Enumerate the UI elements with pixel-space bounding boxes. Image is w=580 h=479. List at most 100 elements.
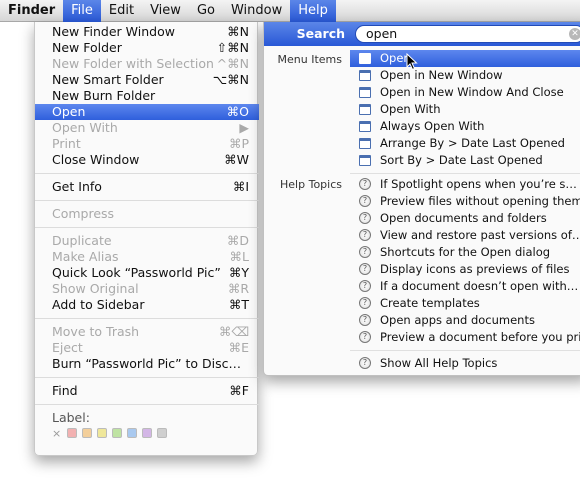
label-yellow-swatch[interactable] — [97, 428, 107, 438]
menu-item-new-folder-with-selection[interactable]: New Folder with Selection ^⌘N — [35, 56, 259, 72]
menu-item-shortcut: ⌘F — [229, 383, 249, 398]
search-label: Search — [296, 26, 345, 41]
menu-item-eject[interactable]: Eject ⌘E — [35, 340, 259, 356]
help-result-topic[interactable]: ? Preview files without opening them — [350, 193, 580, 210]
menu-item-label: Add to Sidebar — [52, 297, 145, 312]
menubar-view[interactable]: View — [142, 0, 189, 22]
menu-item-label: Duplicate — [52, 233, 112, 248]
menu-item-label: Close Window — [52, 152, 140, 167]
menu-item-print[interactable]: Print ⌘P — [35, 136, 259, 152]
menubar-edit[interactable]: Edit — [101, 0, 142, 22]
menu-item-label: New Finder Window — [52, 24, 175, 39]
menu-item-label: Eject — [52, 340, 83, 355]
help-topics-category-label: Help Topics — [280, 178, 342, 191]
menu-item-label: Open With — [52, 120, 118, 135]
menubar-window[interactable]: Window — [223, 0, 290, 22]
menu-item-quick-look[interactable]: Quick Look “Passworld Pic” ⌘Y — [35, 265, 259, 281]
menubar-file[interactable]: File — [63, 0, 101, 22]
help-topic-icon: ? — [359, 314, 371, 326]
label-green-swatch[interactable] — [112, 428, 122, 438]
help-result-topic[interactable]: ? Create templates — [350, 295, 580, 312]
help-result-topic[interactable]: ? If a document doesn’t open with… — [350, 278, 580, 295]
submenu-arrow-icon: ▶ — [239, 120, 249, 135]
menu-item-shortcut: ⌘N — [227, 24, 249, 39]
menu-item-new-burn-folder[interactable]: New Burn Folder — [35, 88, 259, 104]
menu-item-add-to-sidebar[interactable]: Add to Sidebar ⌘T — [35, 297, 259, 313]
menu-item-new-finder-window[interactable]: New Finder Window ⌘N — [35, 24, 259, 40]
help-search-input[interactable]: open ✕ — [355, 25, 580, 43]
menu-item-label: Burn “Passworld Pic” to Disc… — [52, 356, 242, 371]
help-topic-icon: ? — [359, 297, 371, 309]
help-result-menu-item[interactable]: Arrange By > Date Last Opened — [350, 135, 580, 152]
menu-items-category-label: Menu Items — [277, 53, 342, 66]
help-result-menu-item[interactable]: Open in New Window — [350, 67, 580, 84]
menu-item-label: New Burn Folder — [52, 88, 156, 103]
help-topic-icon: ? — [359, 195, 371, 207]
help-result-menu-item[interactable]: Open in New Window And Close — [350, 84, 580, 101]
label-red-swatch[interactable] — [67, 428, 77, 438]
menu-item-shortcut: ⌘⌫ — [218, 324, 249, 339]
menu-item-find[interactable]: Find ⌘F — [35, 383, 259, 399]
help-topic-icon: ? — [359, 229, 371, 241]
menu-item-close-window[interactable]: Close Window ⌘W — [35, 152, 259, 168]
help-separator — [350, 173, 580, 174]
menu-item-label: Show Original — [52, 281, 139, 296]
help-result-menu-item[interactable]: Open — [350, 50, 580, 67]
menu-item-burn-to-disc[interactable]: Burn “Passworld Pic” to Disc… — [35, 356, 259, 372]
help-result-topic[interactable]: ? Open documents and folders — [350, 210, 580, 227]
help-result-topic[interactable]: ? Shortcuts for the Open dialog — [350, 244, 580, 261]
menu-separator — [35, 227, 259, 228]
menu-item-show-original[interactable]: Show Original ⌘R — [35, 281, 259, 297]
menu-item-shortcut: ⇧⌘N — [216, 40, 249, 55]
label-heading: Label: — [52, 410, 90, 425]
menu-item-shortcut: ⌘P — [228, 136, 249, 151]
help-topic-icon: ? — [359, 331, 371, 343]
menu-item-shortcut: ⌘L — [229, 249, 249, 264]
menu-item-label: New Folder with Selection — [52, 56, 214, 71]
menu-item-label: New Smart Folder — [52, 72, 164, 87]
help-topic-icon: ? — [359, 280, 371, 292]
menu-item-shortcut: ⌘R — [227, 281, 249, 296]
label-purple-swatch[interactable] — [142, 428, 152, 438]
menubar-help[interactable]: Help — [290, 0, 336, 22]
label-blue-swatch[interactable] — [127, 428, 137, 438]
menubar-finder[interactable]: Finder — [0, 0, 63, 22]
help-result-topic[interactable]: ? Display icons as previews of files — [350, 261, 580, 278]
menu-item-label: Open — [52, 104, 86, 119]
menu-separator — [35, 404, 259, 405]
menu-item-new-smart-folder[interactable]: New Smart Folder ⌥⌘N — [35, 72, 259, 88]
help-result-topic[interactable]: ? Open apps and documents — [350, 312, 580, 329]
label-none-icon[interactable]: × — [52, 427, 62, 440]
menu-item-make-alias[interactable]: Make Alias ⌘L — [35, 249, 259, 265]
menu-item-shortcut: ⌘E — [228, 340, 249, 355]
menubar-go[interactable]: Go — [189, 0, 223, 22]
menu-item-new-folder[interactable]: New Folder ⇧⌘N — [35, 40, 259, 56]
menu-item-label: Move to Trash — [52, 324, 140, 339]
help-topic-icon: ? — [359, 178, 371, 190]
help-result-menu-item[interactable]: Always Open With — [350, 118, 580, 135]
help-result-menu-item[interactable]: Sort By > Date Last Opened — [350, 152, 580, 169]
menu-item-icon — [359, 70, 371, 81]
help-result-topic[interactable]: ? View and restore past versions of… — [350, 227, 580, 244]
menu-item-shortcut: ^⌘N — [216, 56, 249, 71]
help-topic-icon: ? — [359, 212, 371, 224]
menu-item-open[interactable]: Open ⌘O — [35, 104, 259, 120]
menu-separator — [35, 173, 259, 174]
menu-item-shortcut: ⌘W — [224, 152, 249, 167]
help-result-menu-item[interactable]: Open With — [350, 101, 580, 118]
mouse-cursor-icon — [406, 53, 418, 71]
help-result-topic[interactable]: ? Preview a document before you print — [350, 329, 580, 346]
menu-item-compress[interactable]: Compress — [35, 206, 259, 222]
menu-item-label: Get Info — [52, 179, 102, 194]
show-all-help-topics[interactable]: ? Show All Help Topics — [350, 355, 580, 372]
help-result-topic[interactable]: ? If Spotlight opens when you’re s… — [350, 176, 580, 193]
label-gray-swatch[interactable] — [157, 428, 167, 438]
label-orange-swatch[interactable] — [82, 428, 92, 438]
menu-item-get-info[interactable]: Get Info ⌘I — [35, 179, 259, 195]
clear-search-icon[interactable]: ✕ — [569, 28, 580, 40]
menu-item-label: New Folder — [52, 40, 122, 55]
menu-item-move-to-trash[interactable]: Move to Trash ⌘⌫ — [35, 324, 259, 340]
menu-item-open-with[interactable]: Open With ▶ — [35, 120, 259, 136]
menu-item-duplicate[interactable]: Duplicate ⌘D — [35, 233, 259, 249]
menu-item-icon — [359, 138, 371, 149]
